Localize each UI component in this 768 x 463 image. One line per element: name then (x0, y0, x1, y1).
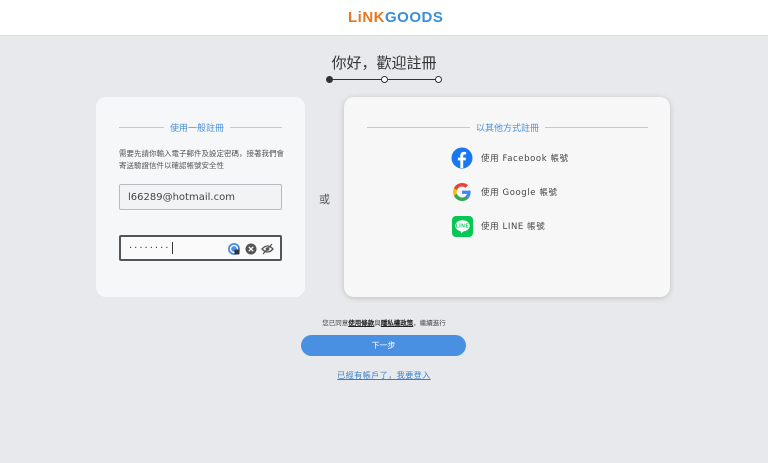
heading-rule-left (119, 127, 164, 128)
login-link[interactable]: 已經有帳戶了，我要登入 (0, 370, 768, 381)
heading-rule-right (230, 127, 283, 128)
password-field[interactable]: ········ (119, 235, 282, 261)
line-icon: LINE (451, 215, 473, 237)
top-bar: LiNKGOODS (0, 0, 768, 36)
google-icon (451, 181, 473, 203)
logo-part-goods: GOODS (385, 9, 444, 26)
terms-suffix: ，繼續進行 (413, 319, 446, 327)
step-indicator (326, 75, 442, 85)
password-mask: ········ (129, 242, 171, 254)
clear-icon[interactable] (245, 243, 257, 258)
or-divider: 或 (319, 193, 330, 206)
facebook-login-button[interactable]: 使用 Facebook 帳號 (451, 147, 569, 169)
line-icon-text: LINE (455, 223, 469, 229)
step-dot-2 (381, 76, 388, 83)
general-register-card: 使用一般註冊 需要先請你輸入電子郵件及設定密碼，接著我們會寄送驗證信件以確認帳號… (96, 97, 305, 297)
terms-of-use-link[interactable]: 使用條款 (348, 319, 374, 327)
facebook-label: 使用 Facebook 帳號 (481, 154, 569, 164)
terms-notice: 您已同意使用條款與隱私權政策，繼續進行 (0, 317, 768, 327)
line-label: 使用 LINE 帳號 (481, 222, 546, 232)
step-dot-3 (435, 76, 442, 83)
privacy-policy-link[interactable]: 隱私權政策 (381, 319, 414, 327)
google-label: 使用 Google 帳號 (481, 188, 558, 198)
step-line-1 (330, 79, 384, 80)
line-login-button[interactable]: LINE 使用 LINE 帳號 (451, 215, 545, 237)
linkgoods-logo[interactable]: LiNKGOODS (348, 9, 443, 26)
password-manager-icon[interactable] (227, 242, 241, 259)
toggle-visibility-icon[interactable] (261, 243, 274, 258)
step-line-2 (388, 79, 438, 80)
heading-rule-left (367, 127, 470, 128)
password-icons (227, 242, 274, 259)
heading-rule-right (545, 127, 649, 128)
email-field[interactable]: l66289@hotmail.com (119, 184, 282, 210)
facebook-icon (451, 147, 473, 169)
general-section-heading: 使用一般註冊 (119, 121, 283, 134)
next-button[interactable]: 下一步 (301, 335, 466, 356)
social-section-title: 以其他方式註冊 (476, 124, 540, 134)
email-value: l66289@hotmail.com (128, 191, 235, 203)
text-caret (172, 242, 174, 254)
register-description: 需要先請你輸入電子郵件及設定密碼，接著我們會寄送驗證信件以確認帳號安全性 (119, 149, 284, 170)
terms-prefix: 您已同意 (322, 319, 349, 327)
step-dot-1 (326, 76, 333, 83)
social-register-card: 以其他方式註冊 使用 Facebook 帳號 使用 Google 帳號 LINE… (344, 97, 670, 297)
general-section-title: 使用一般註冊 (170, 124, 225, 134)
social-section-heading: 以其他方式註冊 (367, 121, 649, 134)
logo-part-link: LiNK (348, 9, 385, 26)
google-login-button[interactable]: 使用 Google 帳號 (451, 181, 558, 203)
page-title: 你好，歡迎註冊 (331, 54, 437, 72)
